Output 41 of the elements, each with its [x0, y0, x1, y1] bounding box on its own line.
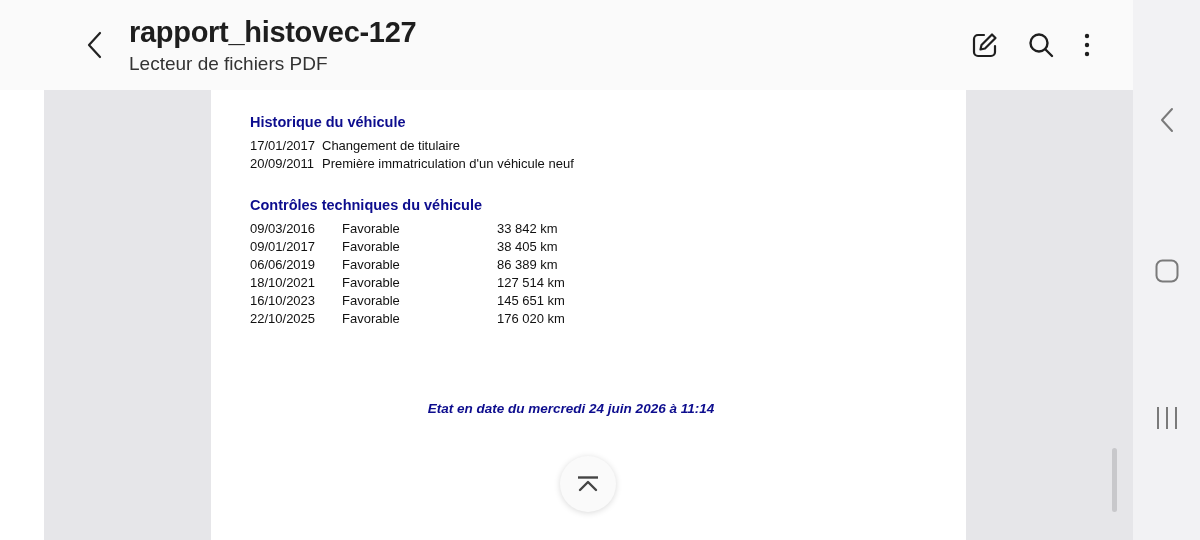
back-icon	[1159, 107, 1174, 133]
home-icon	[1154, 259, 1179, 283]
result-cell-text: Favorable	[342, 220, 401, 238]
mileage-cell: 38 405 km	[497, 238, 558, 256]
report-date-note: Etat en date du mercredi 24 juin 2026 à 11:14	[427, 401, 715, 416]
app-subtitle: Lecteur de fichiers PDF	[129, 53, 329, 75]
mileage-cell: 86 389 km	[497, 256, 558, 274]
event-cell: Première immatriculation d'un véhicule neuf	[322, 155, 574, 173]
date-cell-text: 09/01/2017	[250, 238, 317, 256]
scroll-top-icon	[576, 476, 600, 492]
date-cell-text: 18/10/2021	[250, 274, 317, 292]
mileage-cell: 127 514 km	[497, 274, 565, 292]
result-cell-text: Favorable	[342, 310, 401, 328]
date-cell-text: 20/09/2011	[250, 155, 316, 173]
home-button[interactable]	[1154, 259, 1179, 283]
scrollbar-thumb[interactable]	[1112, 448, 1117, 512]
date-cell-text: 06/06/2019	[250, 256, 317, 274]
date-cell-text: 16/10/2023	[250, 292, 317, 310]
document-title: rapport_histovec-127	[129, 15, 418, 49]
recent-apps-icon	[1154, 406, 1179, 430]
mileage-cell: 33 842 km	[497, 220, 558, 238]
section-heading: Historique du véhicule	[250, 113, 407, 131]
recent-apps-button[interactable]	[1154, 406, 1179, 430]
mileage-cell: 176 020 km	[497, 310, 565, 328]
pencil-square-icon	[971, 31, 999, 59]
section-heading: Contrôles techniques du véhicule	[250, 196, 484, 214]
edit-button[interactable]	[971, 31, 999, 59]
mileage-cell: 145 651 km	[497, 292, 565, 310]
event-cell: Changement de titulaire	[322, 137, 461, 155]
more-icon	[1083, 31, 1091, 59]
result-cell-text: Favorable	[342, 274, 401, 292]
result-cell-text: Favorable	[342, 292, 401, 310]
date-cell-text: 17/01/2017	[250, 137, 317, 155]
date-cell-text: 09/03/2016	[250, 220, 317, 238]
back-icon	[86, 31, 102, 59]
result-cell-text: Favorable	[342, 238, 401, 256]
search-button[interactable]	[1027, 31, 1055, 59]
more-button[interactable]	[1083, 31, 1091, 59]
result-cell-text: Favorable	[342, 256, 401, 274]
date-cell-text: 22/10/2025	[250, 310, 317, 328]
search-icon	[1027, 31, 1055, 59]
